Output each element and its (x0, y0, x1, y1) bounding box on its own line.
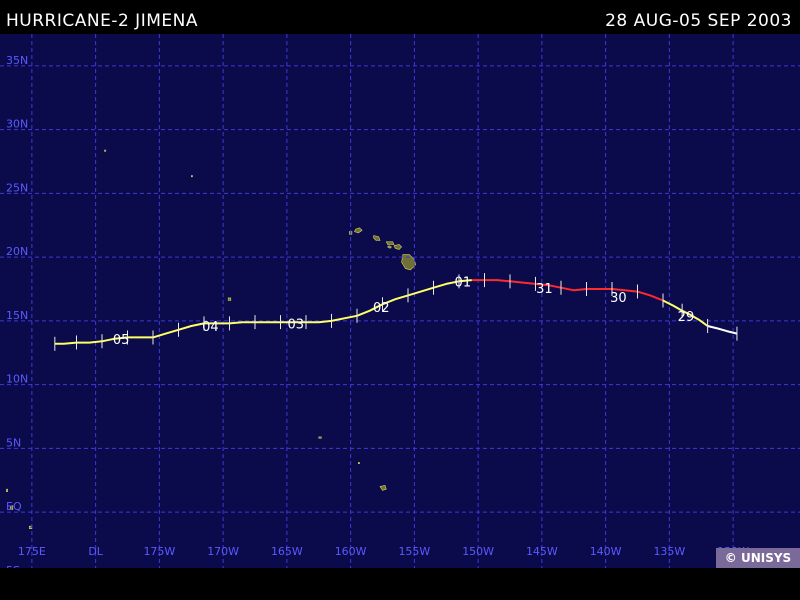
lat-label-10n: 10N (6, 373, 28, 386)
lon-label-145w: 145W (526, 545, 558, 558)
land-gilbert-1 (6, 488, 8, 493)
lat-label-15n: 15N (6, 309, 28, 322)
lat-label-20n: 20N (6, 245, 28, 258)
lon-label-140w: 140W (590, 545, 622, 558)
lon-label-150w: 150W (462, 545, 494, 558)
land-kingman (191, 175, 193, 178)
day-label-04: 04 (202, 320, 219, 335)
lat-label-35n: 35N (6, 54, 28, 67)
lon-label-160w: 160W (335, 545, 367, 558)
day-label-29: 29 (678, 310, 695, 325)
footer-bar (0, 568, 800, 600)
lon-label-165w: 165W (271, 545, 303, 558)
day-label-05: 05 (113, 333, 130, 348)
lat-label-30n: 30N (6, 118, 28, 131)
storm-title: HURRICANE-2 JIMENA (6, 11, 198, 31)
lon-label-dl: DL (88, 545, 103, 558)
land-molokai (385, 241, 395, 245)
ocean-background (0, 34, 800, 568)
lon-label-155w: 155W (398, 545, 430, 558)
lon-label-175e: 175E (18, 545, 46, 558)
lat-label-5n: 5N (6, 436, 21, 449)
day-label-01: 01 (455, 275, 472, 290)
land-palmyra (318, 436, 322, 439)
day-label-03: 03 (288, 318, 305, 333)
land-fanning (357, 462, 360, 465)
day-label-30: 30 (610, 291, 627, 306)
lon-label-175w: 175W (143, 545, 175, 558)
lon-label-135w: 135W (653, 545, 685, 558)
lon-label-170w: 170W (207, 545, 239, 558)
unisys-credit: © UNISYS (716, 548, 800, 568)
day-label-02: 02 (373, 301, 390, 316)
lat-label-25n: 25N (6, 181, 28, 194)
date-range: 28 AUG-05 SEP 2003 (605, 11, 792, 31)
land-johnston (227, 297, 232, 301)
land-wake (104, 149, 107, 152)
lat-label-eq: EQ (6, 500, 22, 513)
day-label-31: 31 (536, 282, 553, 297)
track-map: 2930310102030405 35N30N25N20N15N10N5NEQ5… (0, 34, 800, 568)
header-bar: HURRICANE-2 JIMENA 28 AUG-05 SEP 2003 (0, 0, 800, 34)
